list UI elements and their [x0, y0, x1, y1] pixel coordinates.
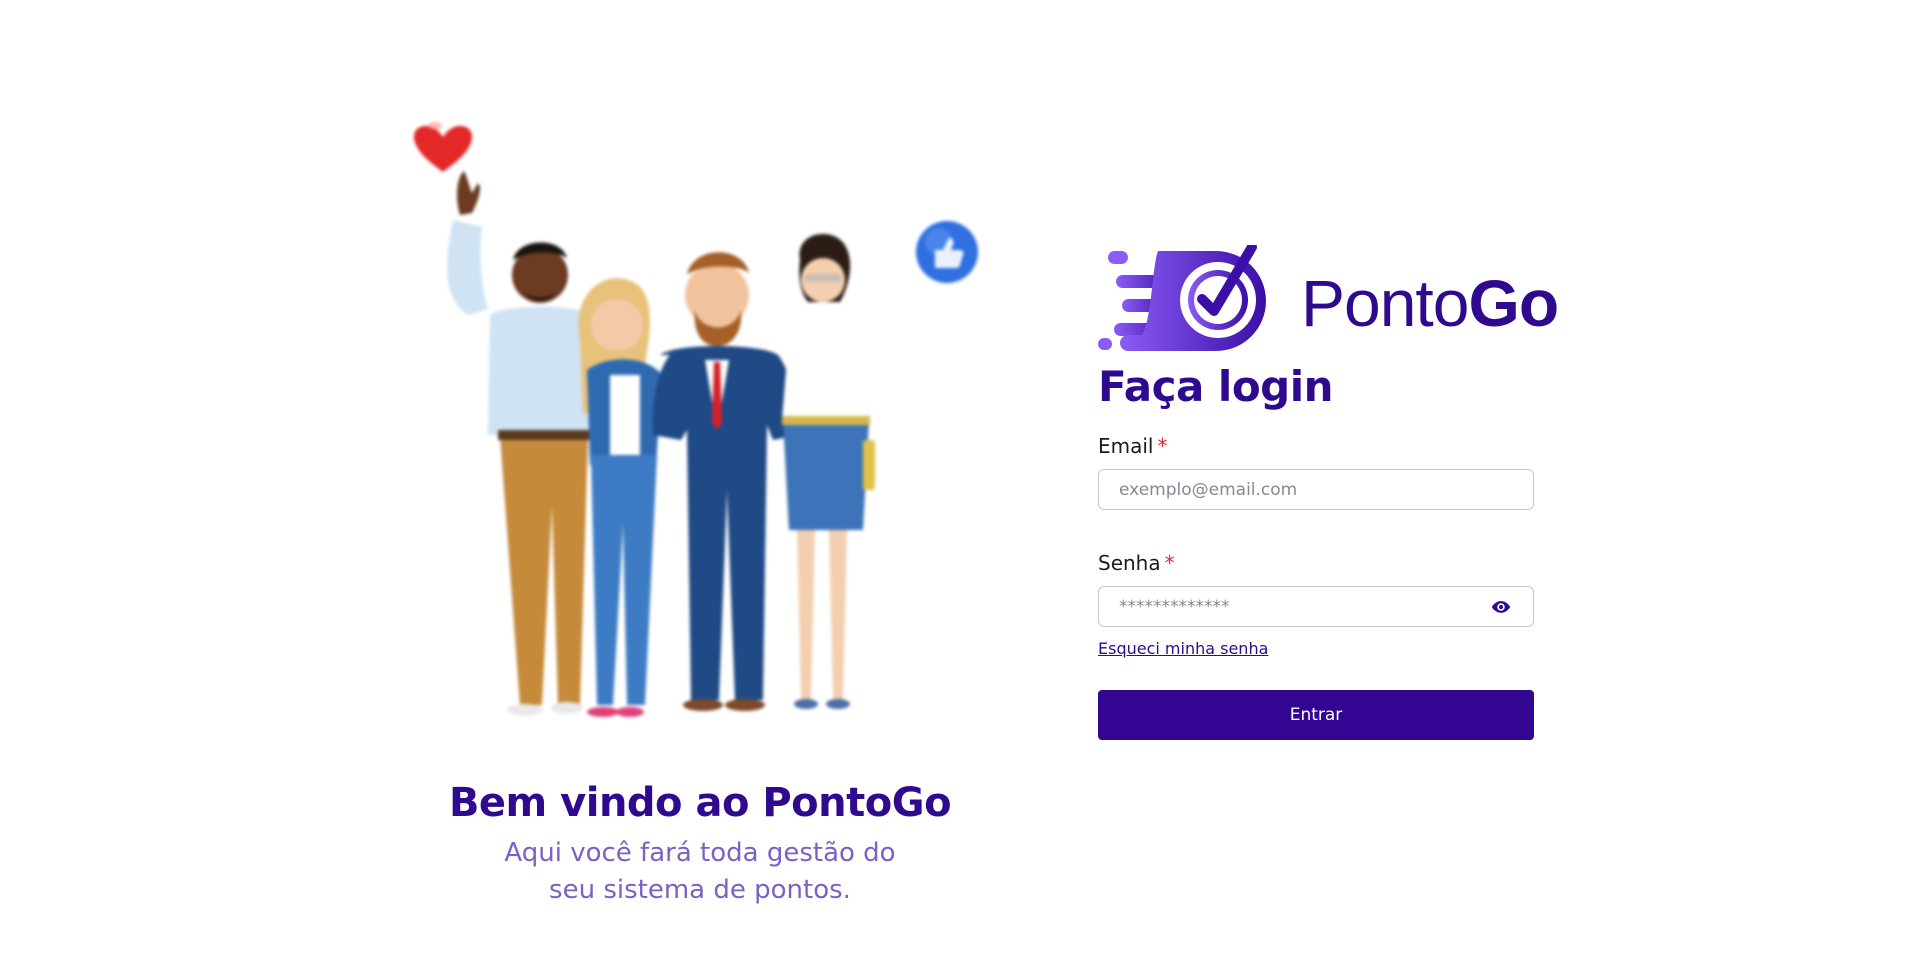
- login-panel: PontoGo Faça login Email* Senha* Esqueci…: [1098, 245, 1559, 740]
- logo-wordmark-light: Ponto: [1301, 266, 1469, 340]
- person-man-suit: [652, 252, 799, 711]
- email-label: Email *: [1098, 433, 1534, 459]
- heart-icon: [413, 122, 473, 172]
- email-field[interactable]: [1099, 470, 1533, 509]
- welcome-subtitle: Aqui você fará toda gestão do seu sistem…: [504, 838, 896, 905]
- logo-wordmark-bold: Go: [1468, 266, 1559, 340]
- password-field[interactable]: [1099, 587, 1533, 626]
- forgot-password-link[interactable]: Esqueci minha senha: [1098, 639, 1268, 658]
- password-field-wrapper: [1098, 586, 1534, 627]
- person-left: [447, 171, 598, 716]
- email-field-wrapper: [1098, 469, 1534, 510]
- password-required-mark: *: [1164, 551, 1175, 575]
- password-label-text: Senha: [1098, 551, 1161, 575]
- person-woman-right: [782, 233, 875, 709]
- pontogo-logo: PontoGo: [1098, 245, 1559, 355]
- login-title: Faça login: [1098, 362, 1334, 411]
- team-illustration: [405, 100, 995, 760]
- password-label: Senha *: [1098, 550, 1534, 576]
- logo-mark-icon: [1098, 245, 1266, 351]
- login-page: Bem vindo ao PontoGo Aqui você fará toda…: [0, 0, 1919, 960]
- email-required-mark: *: [1157, 434, 1168, 458]
- welcome-panel: Bem vindo ao PontoGo Aqui você fará toda…: [405, 100, 995, 920]
- eye-icon[interactable]: [1491, 598, 1511, 616]
- logo-wordmark: PontoGo: [1301, 265, 1559, 341]
- email-label-text: Email: [1098, 434, 1154, 458]
- login-submit-button[interactable]: Entrar: [1098, 690, 1534, 740]
- thumbs-up-icon: [916, 221, 978, 283]
- person-woman-blonde: [578, 278, 662, 717]
- welcome-title: Bem vindo ao PontoGo: [448, 780, 952, 826]
